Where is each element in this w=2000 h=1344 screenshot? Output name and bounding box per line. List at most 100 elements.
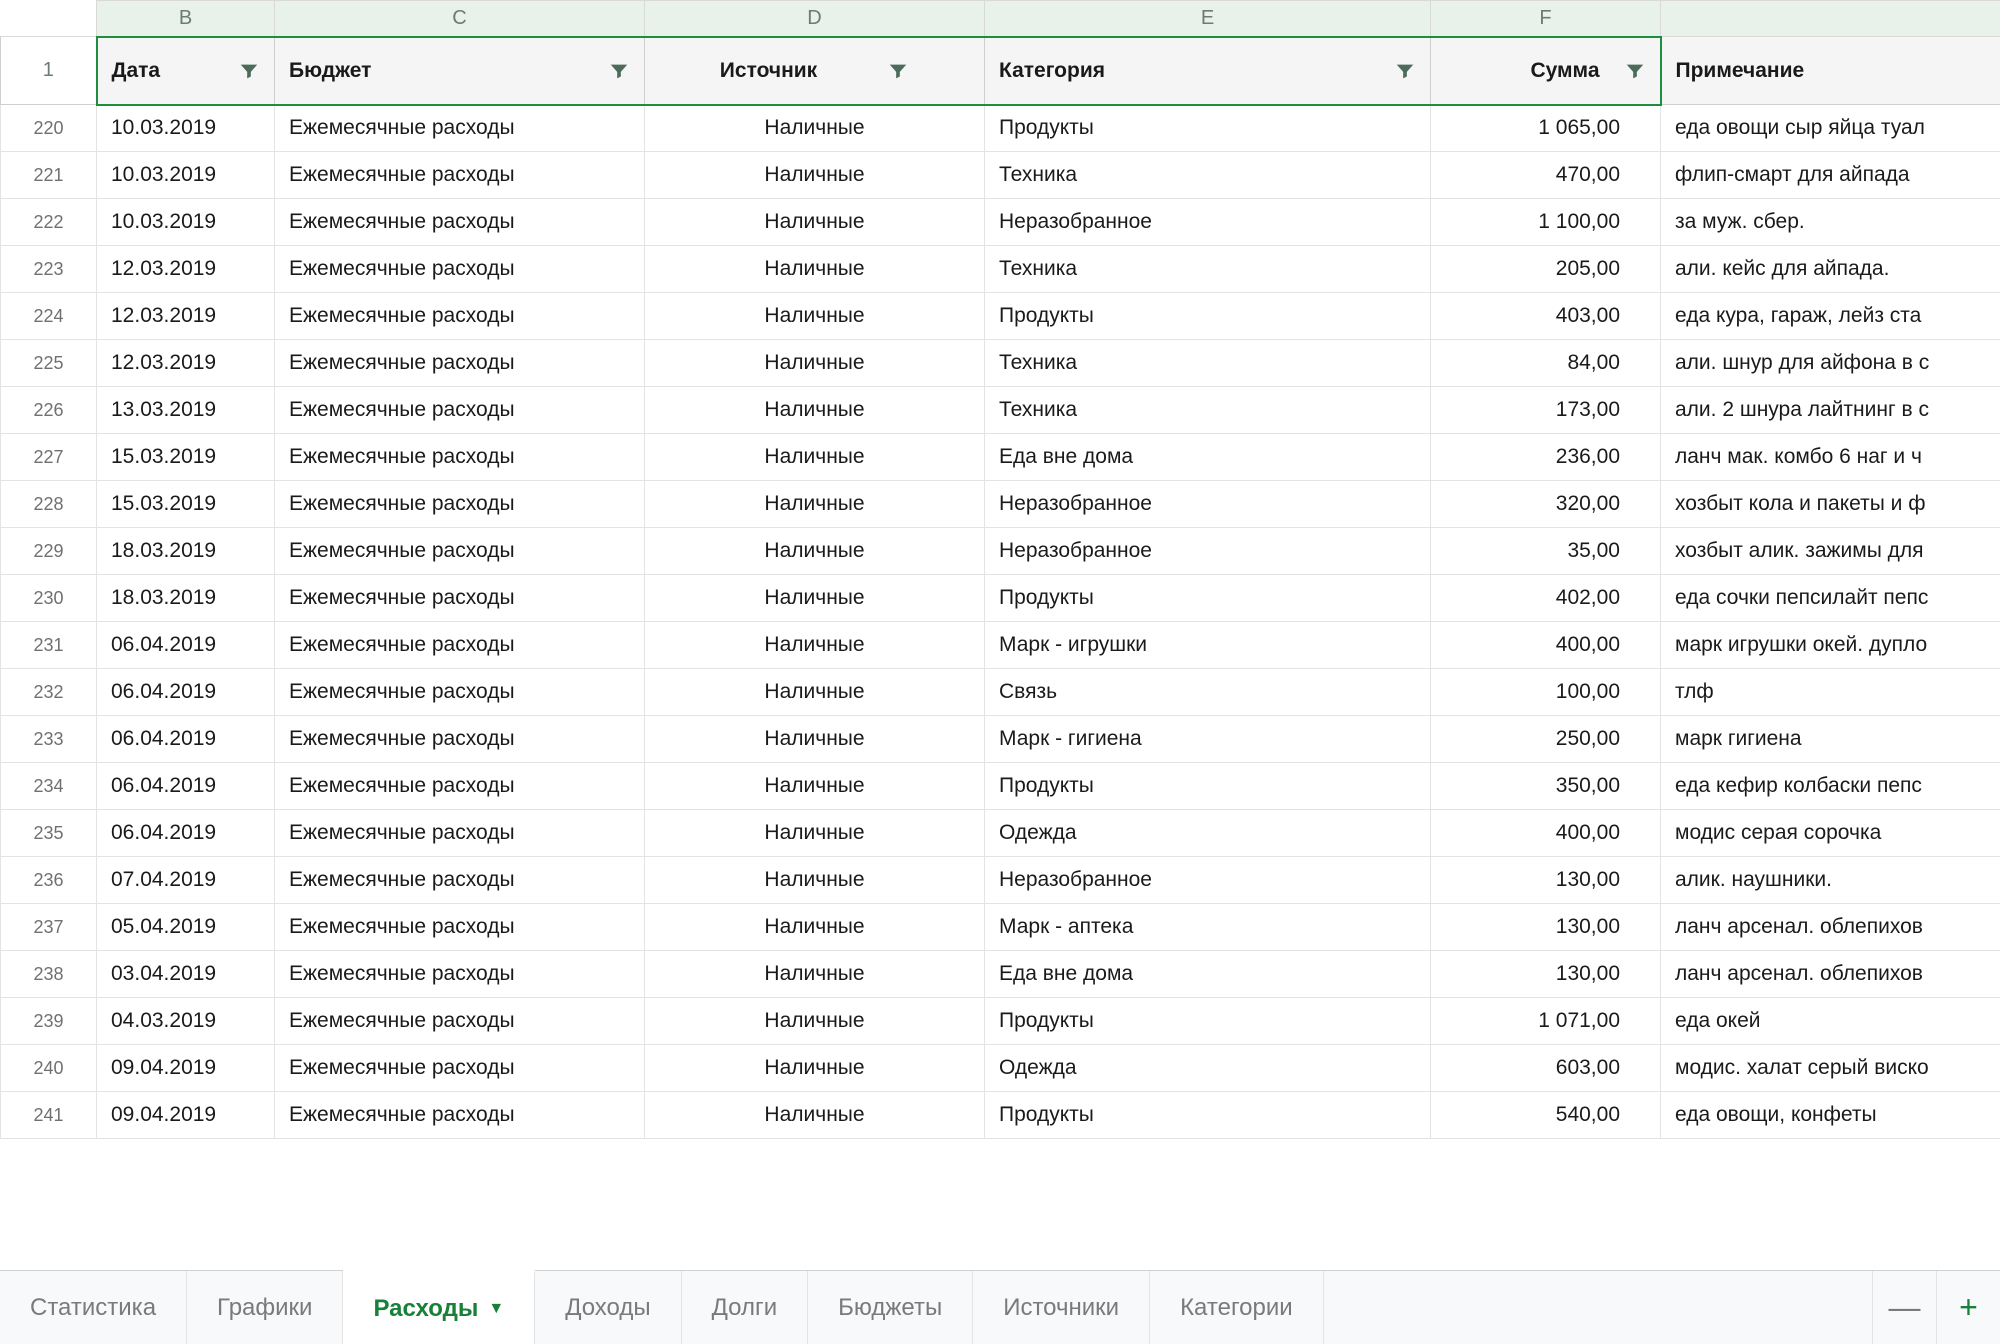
cell-amount[interactable]: 130,00 [1431, 904, 1661, 951]
row-number[interactable]: 235 [1, 810, 97, 857]
cell-note[interactable]: ланч арсенал. облепихов [1661, 904, 2000, 951]
cell-note[interactable]: еда овощи сыр яйца туал [1661, 105, 2000, 152]
cell-source[interactable]: Наличные [645, 716, 985, 763]
cell-note[interactable]: тлф [1661, 669, 2000, 716]
cell-category[interactable]: Неразобранное [985, 857, 1431, 904]
header-source[interactable]: Источник [645, 37, 985, 105]
cell-amount[interactable]: 84,00 [1431, 340, 1661, 387]
cell-category[interactable]: Одежда [985, 810, 1431, 857]
row-number[interactable]: 226 [1, 387, 97, 434]
cell-category[interactable]: Марк - аптека [985, 904, 1431, 951]
cell-note[interactable]: алик. наушники. [1661, 857, 2000, 904]
cell-amount[interactable]: 236,00 [1431, 434, 1661, 481]
sheet-tab[interactable]: Доходы [535, 1271, 681, 1344]
cell-budget[interactable]: Ежемесячные расходы [275, 1092, 645, 1139]
filter-icon[interactable] [887, 60, 909, 82]
cell-note[interactable]: за муж. сбер. [1661, 199, 2000, 246]
row-number[interactable]: 232 [1, 669, 97, 716]
select-all-corner[interactable] [1, 1, 97, 37]
filter-icon[interactable] [238, 60, 260, 82]
row-number[interactable]: 239 [1, 998, 97, 1045]
row-number[interactable]: 234 [1, 763, 97, 810]
cell-amount[interactable]: 100,00 [1431, 669, 1661, 716]
cell-note[interactable]: марк игрушки окей. дупло [1661, 622, 2000, 669]
cell-budget[interactable]: Ежемесячные расходы [275, 951, 645, 998]
cell-note[interactable]: али. шнур для айфона в с [1661, 340, 2000, 387]
cell-category[interactable]: Техника [985, 246, 1431, 293]
cell-source[interactable]: Наличные [645, 669, 985, 716]
row-number[interactable]: 233 [1, 716, 97, 763]
cell-amount[interactable]: 470,00 [1431, 152, 1661, 199]
col-letter-C[interactable]: C [275, 1, 645, 37]
row-number[interactable]: 221 [1, 152, 97, 199]
sheet-tab[interactable]: Источники [973, 1271, 1150, 1344]
cell-budget[interactable]: Ежемесячные расходы [275, 293, 645, 340]
sheet-tab[interactable]: Расходы▼ [343, 1270, 535, 1344]
cell-amount[interactable]: 173,00 [1431, 387, 1661, 434]
cell-source[interactable]: Наличные [645, 340, 985, 387]
cell-source[interactable]: Наличные [645, 105, 985, 152]
cell-note[interactable]: еда кура, гараж, лейз ста [1661, 293, 2000, 340]
row-number[interactable]: 229 [1, 528, 97, 575]
cell-budget[interactable]: Ежемесячные расходы [275, 904, 645, 951]
cell-category[interactable]: Одежда [985, 1045, 1431, 1092]
cell-budget[interactable]: Ежемесячные расходы [275, 199, 645, 246]
cell-budget[interactable]: Ежемесячные расходы [275, 105, 645, 152]
cell-budget[interactable]: Ежемесячные расходы [275, 669, 645, 716]
cell-budget[interactable]: Ежемесячные расходы [275, 1045, 645, 1092]
cell-category[interactable]: Неразобранное [985, 528, 1431, 575]
cell-date[interactable]: 12.03.2019 [97, 293, 275, 340]
cell-category[interactable]: Техника [985, 387, 1431, 434]
header-date[interactable]: Дата [97, 37, 275, 105]
cell-date[interactable]: 10.03.2019 [97, 152, 275, 199]
cell-budget[interactable]: Ежемесячные расходы [275, 340, 645, 387]
cell-amount[interactable]: 403,00 [1431, 293, 1661, 340]
sheet-tab[interactable]: Статистика [0, 1271, 187, 1344]
cell-amount[interactable]: 250,00 [1431, 716, 1661, 763]
cell-source[interactable]: Наличные [645, 246, 985, 293]
cell-category[interactable]: Связь [985, 669, 1431, 716]
cell-budget[interactable]: Ежемесячные расходы [275, 763, 645, 810]
cell-date[interactable]: 18.03.2019 [97, 528, 275, 575]
cell-category[interactable]: Продукты [985, 293, 1431, 340]
row-number[interactable]: 241 [1, 1092, 97, 1139]
cell-source[interactable]: Наличные [645, 199, 985, 246]
cell-category[interactable]: Продукты [985, 105, 1431, 152]
cell-category[interactable]: Еда вне дома [985, 951, 1431, 998]
row-number[interactable]: 220 [1, 105, 97, 152]
cell-note[interactable]: марк гигиена [1661, 716, 2000, 763]
cell-source[interactable]: Наличные [645, 951, 985, 998]
row-number-1[interactable]: 1 [1, 37, 97, 105]
cell-amount[interactable]: 1 065,00 [1431, 105, 1661, 152]
cell-date[interactable]: 06.04.2019 [97, 763, 275, 810]
cell-date[interactable]: 09.04.2019 [97, 1092, 275, 1139]
cell-source[interactable]: Наличные [645, 622, 985, 669]
row-number[interactable]: 224 [1, 293, 97, 340]
cell-source[interactable]: Наличные [645, 1045, 985, 1092]
cell-date[interactable]: 15.03.2019 [97, 434, 275, 481]
cell-category[interactable]: Техника [985, 340, 1431, 387]
cell-amount[interactable]: 540,00 [1431, 1092, 1661, 1139]
cell-date[interactable]: 10.03.2019 [97, 199, 275, 246]
cell-note[interactable]: еда овощи, конфеты [1661, 1092, 2000, 1139]
row-number[interactable]: 238 [1, 951, 97, 998]
cell-source[interactable]: Наличные [645, 528, 985, 575]
cell-budget[interactable]: Ежемесячные расходы [275, 528, 645, 575]
cell-budget[interactable]: Ежемесячные расходы [275, 716, 645, 763]
cell-amount[interactable]: 130,00 [1431, 951, 1661, 998]
cell-date[interactable]: 12.03.2019 [97, 340, 275, 387]
header-category[interactable]: Категория [985, 37, 1431, 105]
sheet-tab[interactable]: Категории [1150, 1271, 1324, 1344]
cell-category[interactable]: Продукты [985, 575, 1431, 622]
row-number[interactable]: 237 [1, 904, 97, 951]
cell-amount[interactable]: 1 100,00 [1431, 199, 1661, 246]
sheet-tab[interactable]: Долги [682, 1271, 809, 1344]
cell-category[interactable]: Продукты [985, 1092, 1431, 1139]
cell-category[interactable]: Продукты [985, 763, 1431, 810]
header-amount[interactable]: Сумма [1431, 37, 1661, 105]
cell-source[interactable]: Наличные [645, 763, 985, 810]
cell-budget[interactable]: Ежемесячные расходы [275, 998, 645, 1045]
tabs-overflow-button[interactable]: — [1872, 1271, 1936, 1344]
row-number[interactable]: 227 [1, 434, 97, 481]
cell-date[interactable]: 06.04.2019 [97, 716, 275, 763]
